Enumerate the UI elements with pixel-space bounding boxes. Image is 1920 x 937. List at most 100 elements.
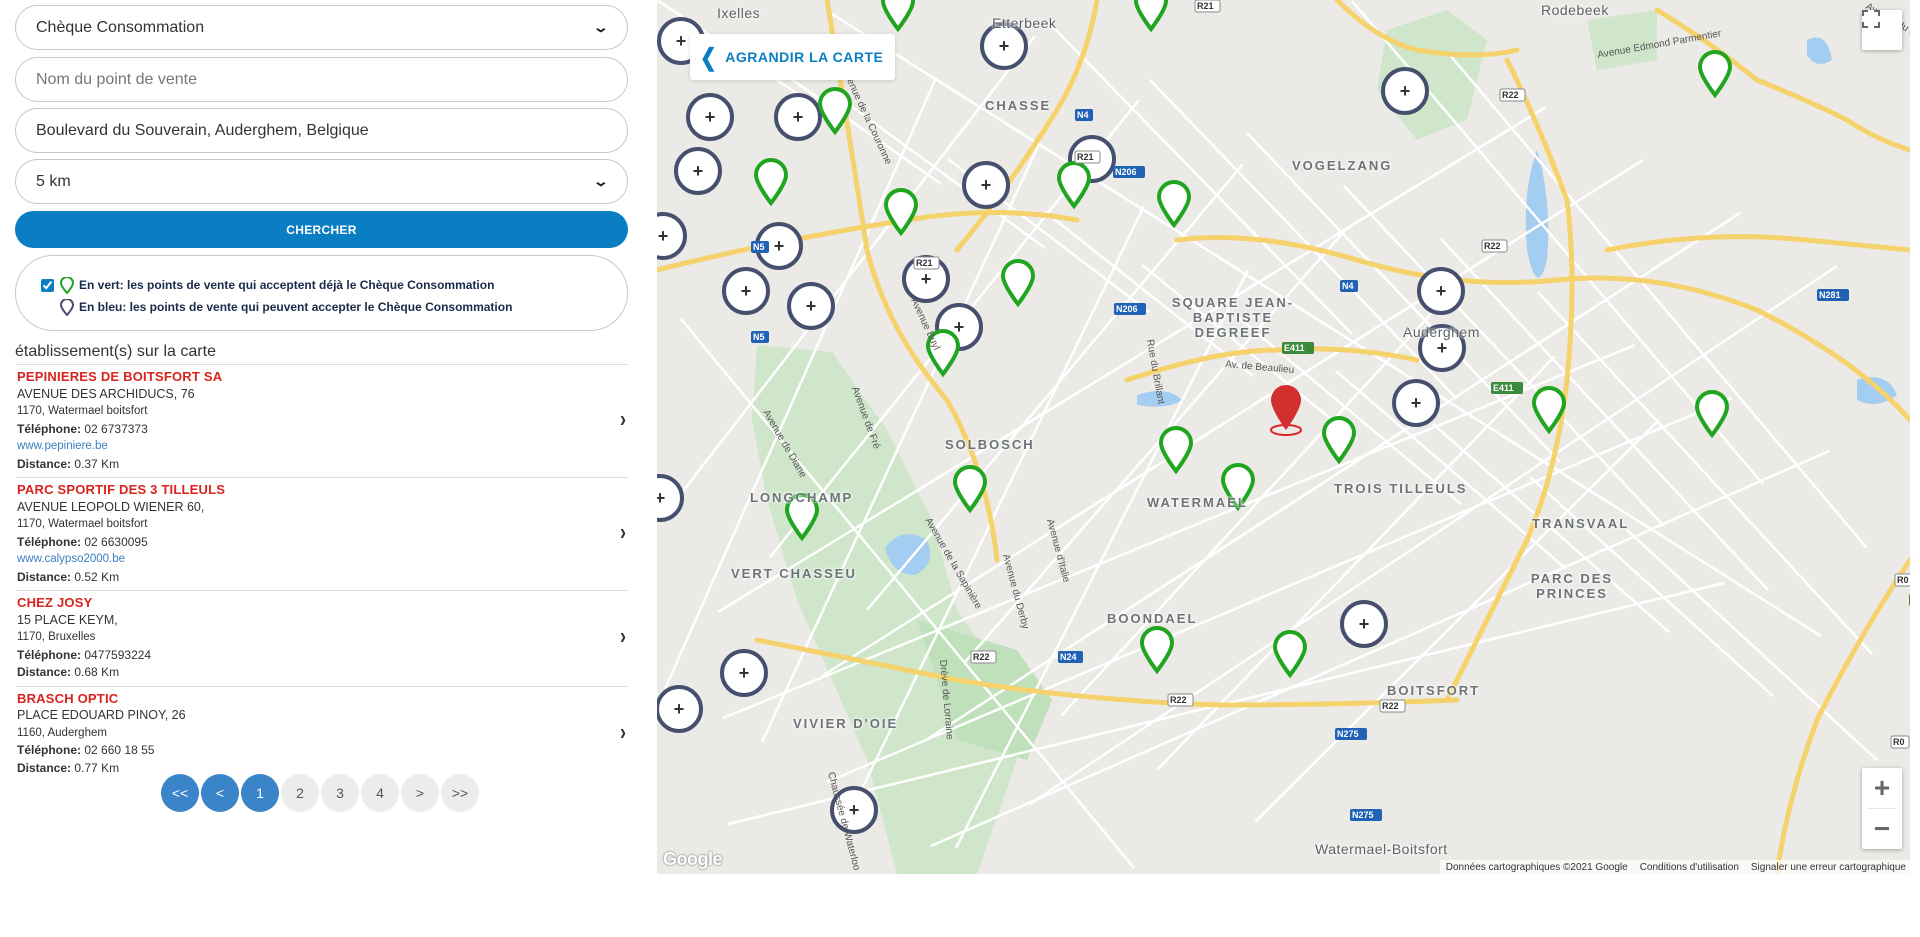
result-website-link[interactable]: www.pepiniere.be [17,438,626,456]
cluster-marker[interactable]: + [720,649,768,697]
chevron-right-icon[interactable]: › [620,720,626,744]
cluster-marker[interactable]: + [657,474,684,522]
green-map-pin[interactable] [1321,416,1357,465]
legend-green-row: En vert: les points de vente qui accepte… [41,274,627,296]
cluster-marker[interactable]: + [1417,267,1465,315]
list-item[interactable]: CHEZ JOSY 15 PLACE KEYM, 1170, Bruxelles Té… [15,590,628,686]
page-button[interactable]: 2 [281,774,319,812]
cluster-marker[interactable]: + [787,282,835,330]
zoom-in-button[interactable]: + [1862,768,1902,808]
cluster-marker[interactable]: + [774,93,822,141]
green-map-pin[interactable] [1056,161,1092,210]
list-item[interactable]: BRASCH OPTIC PLACE EDOUARD PINOY, 26 1160,… [15,685,628,782]
chevron-right-icon[interactable]: › [620,407,626,431]
list-item[interactable]: PARC SPORTIF DES 3 TILLEULS AVENUE LEOPOL… [15,477,628,590]
pagination: << <1 2 3 4 > >> [161,774,479,812]
page-button[interactable]: < [201,774,239,812]
terms-link[interactable]: Conditions d'utilisation [1640,862,1739,873]
result-phone: 0477593224 [84,647,152,662]
road-badge-label: N281 [1819,290,1841,300]
plus-icon: + [999,36,1010,56]
result-distance: 0.68 Km [74,665,120,679]
road-badge-label: R21 [916,258,933,268]
voucher-select[interactable]: Chèque Consommation ⌄ [15,5,628,50]
plus-icon: + [674,699,685,719]
search-panel: Chèque Consommation ⌄ Boulevard du Souve… [0,0,642,937]
address-input-value[interactable]: Boulevard du Souverain, Auderghem, Belgi… [36,122,369,140]
street-label: Avenue d'Italie [1044,518,1072,584]
green-map-pin[interactable] [952,465,988,514]
chevron-right-icon[interactable]: › [620,625,626,649]
page-button[interactable]: >> [441,774,479,812]
green-map-pin[interactable] [880,0,916,33]
result-name[interactable]: PEPINIERES DE BOITSFORT SA [17,368,626,386]
google-logo: Google [663,849,723,869]
result-website-link[interactable]: www.calypso2000.be [17,551,626,569]
result-name[interactable]: BRASCH OPTIC [17,690,626,708]
green-map-pin[interactable] [1156,180,1192,229]
shop-name-input[interactable] [36,70,607,89]
district-label: Auderghem [1403,324,1480,340]
cluster-marker[interactable]: + [1381,67,1429,115]
district-label: VIVIER D'OIE [793,716,899,731]
green-map-pin[interactable] [1139,626,1175,675]
green-map-pin[interactable] [1133,0,1169,33]
enlarge-map-button[interactable]: ❮ AGRANDIR LA CARTE [690,34,896,80]
page-button[interactable]: 3 [321,774,359,812]
highway [1604,234,1910,253]
distance-select-value: 5 km [36,172,71,190]
result-phone-row: Téléphone: 02 6630095 [17,534,626,552]
result-name[interactable]: PARC SPORTIF DES 3 TILLEULS [17,481,626,499]
district-label: TROIS TILLEULS [1334,481,1468,496]
green-map-pin[interactable] [1697,50,1733,99]
page-button[interactable]: > [401,774,439,812]
result-distance-row: Distance: 0.37 Km [17,456,626,474]
result-address: AVENUE DES ARCHIDUCS, 76 [17,386,195,401]
cluster-marker[interactable]: + [674,147,722,195]
distance-select[interactable]: 5 km ⌄ [15,159,628,204]
legend-green-text: En vert: les points de vente qui accepte… [79,278,495,292]
green-map-pin[interactable] [883,188,919,237]
road-badge-label: N5 [753,242,765,252]
cluster-marker[interactable]: + [657,685,703,733]
result-phone: 02 660 18 55 [84,743,155,757]
report-error-link[interactable]: Signaler une erreur cartographique [1751,862,1906,873]
cluster-marker[interactable]: + [686,93,734,141]
fullscreen-button[interactable] [1862,10,1902,50]
green-map-pin[interactable] [1272,630,1308,679]
road-badge-label: R22 [1170,695,1187,705]
plus-icon: + [1359,614,1370,634]
road-badge-label: N5 [753,332,765,342]
page-button[interactable]: 1 [241,774,279,812]
cluster-marker[interactable]: + [657,212,687,260]
search-button[interactable]: CHERCHER [15,211,628,248]
chevron-right-icon[interactable]: › [620,520,626,544]
distance-label: Distance: [17,569,72,584]
cluster-marker[interactable]: + [722,267,770,315]
green-map-pin[interactable] [1000,259,1036,308]
green-map-pin[interactable] [1158,426,1194,475]
plus-icon: + [1437,338,1448,358]
page-button[interactable]: << [161,774,199,812]
list-item[interactable]: PEPINIERES DE BOITSFORT SA AVENUE DES ARC… [15,364,628,477]
plus-icon: + [954,317,965,337]
district-label: CHASSE [985,98,1052,113]
cluster-marker[interactable]: + [1392,379,1440,427]
result-distance-row: Distance: 0.52 Km [17,569,626,587]
result-city: 1170, Watermael boitsfort [17,518,148,530]
zoom-out-button[interactable]: − [1862,809,1902,849]
page-button[interactable]: 4 [361,774,399,812]
shop-name-field[interactable] [15,57,628,102]
green-map-pin[interactable] [1694,390,1730,439]
result-name[interactable]: CHEZ JOSY [17,594,626,612]
phone-label: Téléphone: [17,421,82,436]
cluster-marker[interactable]: + [1340,600,1388,648]
address-field[interactable]: Boulevard du Souverain, Auderghem, Belgi… [15,108,628,153]
map[interactable]: ++++++++++++++++++++++R21N4R21N206N5N5R2… [657,0,1910,874]
map-canvas[interactable]: ++++++++++++++++++++++R21N4R21N206N5N5R2… [657,0,1910,874]
green-filter-checkbox[interactable] [41,278,54,292]
plus-icon: + [657,488,665,508]
cluster-marker[interactable]: + [962,161,1010,209]
green-map-pin[interactable] [753,158,789,207]
result-distance: 0.52 Km [74,569,120,584]
